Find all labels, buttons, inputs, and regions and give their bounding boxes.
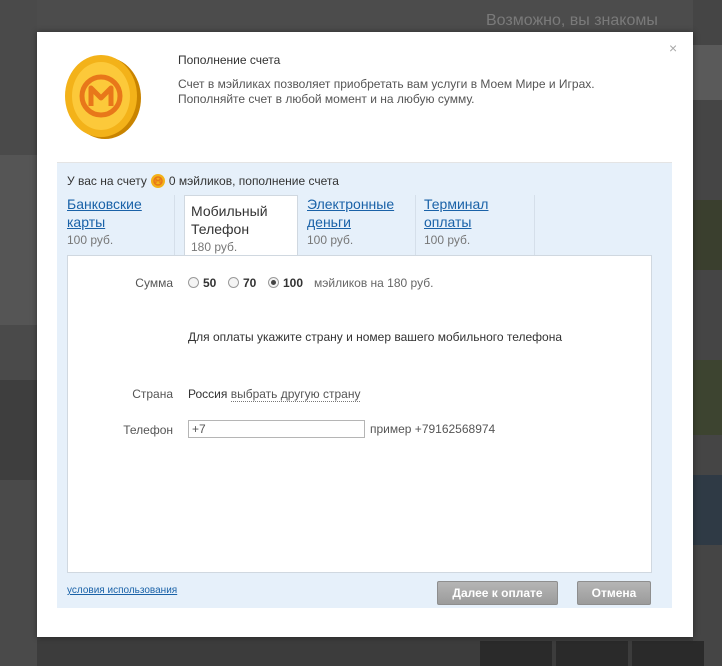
tab-label: Банковские карты xyxy=(67,196,142,230)
mailik-coin-small-icon xyxy=(150,174,165,188)
balance-suffix: 0 мэйликов, пополнение счета xyxy=(168,174,339,188)
background-right-column xyxy=(693,0,722,666)
background-left-column xyxy=(0,0,37,666)
top-up-dialog: × Пополнение счета Счет в мэйликах позво… xyxy=(37,32,693,637)
background-footer xyxy=(37,637,704,666)
tab-price: 100 руб. xyxy=(67,233,114,247)
amount-radio-100[interactable] xyxy=(268,277,279,288)
mailik-coin-icon xyxy=(65,55,141,139)
instruction-text: Для оплаты укажите страну и номер вашего… xyxy=(188,330,563,344)
country-value: Россия xyxy=(188,387,228,401)
amount-label: Сумма xyxy=(135,276,173,290)
description-line-1: Счет в мэйликах позволяет приобретать ва… xyxy=(178,77,595,91)
phone-example: пример +79162568974 xyxy=(370,422,496,436)
tab-electronic-money[interactable]: Электронные деньги 100 руб. xyxy=(307,195,416,256)
close-icon[interactable]: × xyxy=(669,40,677,56)
description-line-2: Пополняйте счет в любой момент и на любу… xyxy=(178,92,475,106)
amount-suffix: мэйликов на 180 руб. xyxy=(314,276,434,290)
terms-of-use-link[interactable]: условия использования xyxy=(67,585,177,596)
balance-info: У вас на счету 0 мэйликов, пополнение сч… xyxy=(67,174,339,188)
tab-label: Электронные деньги xyxy=(307,196,395,230)
amount-radio-50[interactable] xyxy=(188,277,199,288)
balance-prefix: У вас на счету xyxy=(67,174,147,188)
amount-option-50: 50 xyxy=(203,276,217,290)
amount-radio-70[interactable] xyxy=(228,277,239,288)
tab-price: 100 руб. xyxy=(424,233,471,247)
cancel-button[interactable]: Отмена xyxy=(577,581,651,605)
phone-label: Телефон xyxy=(123,423,173,437)
tab-mobile-phone[interactable]: Мобильный Телефон 180 руб. xyxy=(184,195,298,257)
amount-option-100: 100 xyxy=(283,276,304,290)
dialog-description: Счет в мэйликах позволяет приобретать ва… xyxy=(178,77,618,107)
mobile-payment-form: Сумма 50 70 100 мэйликов на 180 руб. Для… xyxy=(67,255,652,573)
tab-price: 100 руб. xyxy=(307,233,354,247)
tab-label: Мобильный Телефон xyxy=(191,203,268,237)
tab-price: 180 руб. xyxy=(191,240,238,254)
proceed-to-payment-button[interactable]: Далее к оплате xyxy=(437,581,558,605)
phone-input[interactable]: +7 xyxy=(188,420,365,438)
country-label: Страна xyxy=(132,387,173,401)
tab-label: Терминал оплаты xyxy=(424,196,489,230)
amount-option-70: 70 xyxy=(243,276,257,290)
tab-bank-cards[interactable]: Банковские карты 100 руб. xyxy=(67,195,175,256)
change-country-link[interactable]: выбрать другую страну xyxy=(230,387,361,402)
dialog-title: Пополнение счета xyxy=(178,53,281,67)
country-value-row: Россия выбрать другую страну xyxy=(188,387,361,402)
background-suggestions-title: Возможно, вы знакомы xyxy=(486,12,658,29)
payment-panel: У вас на счету 0 мэйликов, пополнение сч… xyxy=(57,163,672,608)
tab-payment-terminal[interactable]: Терминал оплаты 100 руб. xyxy=(424,195,535,256)
